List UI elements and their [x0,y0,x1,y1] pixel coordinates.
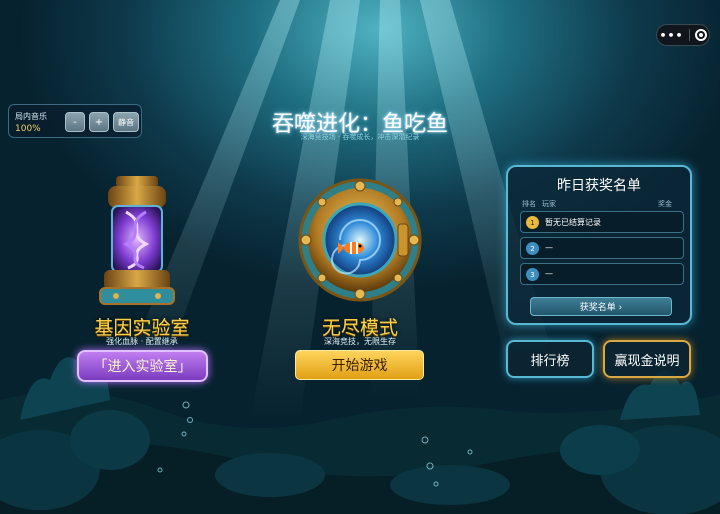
column-rank: 排名 [522,200,536,208]
winner-row: 1 暂无已结算记录 [520,211,684,233]
rank-badge: 2 [526,242,539,255]
winners-list-button[interactable]: 获奖名单 › [530,297,672,316]
column-player: 玩家 [542,200,556,208]
more-icon[interactable]: ••• [659,29,683,42]
winner-row-text: 暂无已结算记录 [545,218,601,227]
capsule-divider [688,29,690,41]
winner-row: 2 — [520,237,684,259]
yesterday-winners-panel: 昨日获奖名单 排名 玩家 奖金 1 暂无已结算记录 2 — 3 — 获奖名单 › [506,165,692,325]
rank-badge: 1 [526,216,539,229]
gene-lab-caption: 强化血脉 · 配置继承 [106,337,178,346]
cash-rules-button[interactable]: 赢现金说明 [603,340,691,378]
leaderboard-button[interactable]: 排行榜 [506,340,594,378]
game-subtitle: 深海竞技场 · 吞噬成长，冲击深潜纪录 [300,133,420,141]
rank-badge: 3 [526,268,539,281]
start-game-button[interactable]: 开始游戏 [295,350,424,380]
close-icon[interactable] [694,29,707,41]
winner-row-text: — [545,269,553,278]
enter-lab-button[interactable]: 「进入实验室」 [77,350,208,382]
winner-row-text: — [545,243,553,252]
porthole-fish-icon[interactable] [292,172,428,308]
winner-row: 3 — [520,263,684,285]
gene-lab-tube-icon[interactable] [96,172,178,310]
endless-mode-caption: 深海竞技，无限生存 [324,337,396,346]
winners-panel-title: 昨日获奖名单 [557,178,641,194]
column-prize: 奖金 [658,200,672,208]
game-scene: ••• 局内音乐 100% - + 静音 吞噬进化：鱼吃鱼 深海竞技场 · 吞噬… [0,0,720,514]
mini-program-capsule: ••• [656,24,710,46]
